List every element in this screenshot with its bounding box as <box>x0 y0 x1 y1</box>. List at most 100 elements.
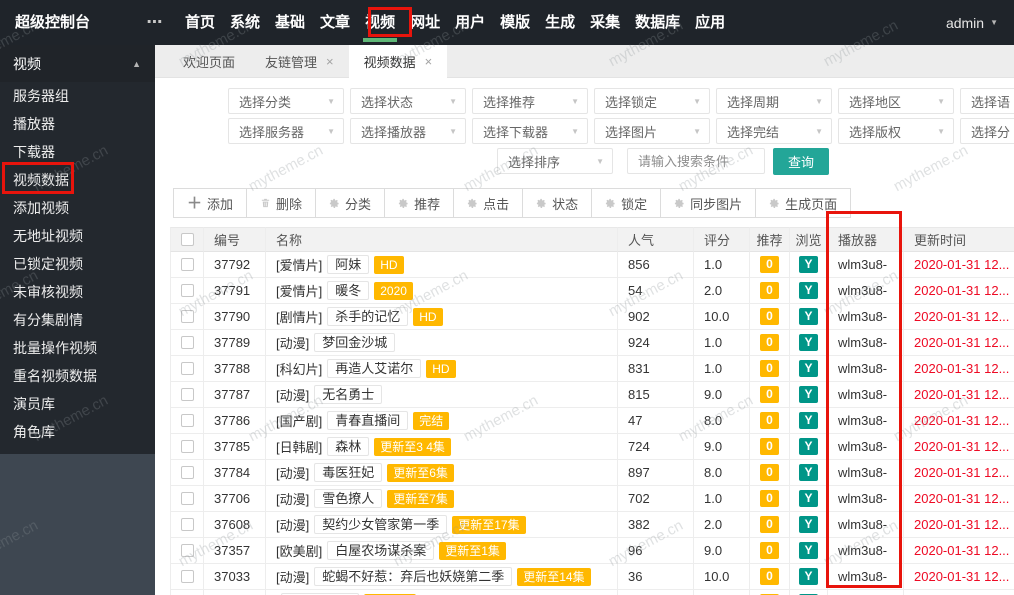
topnav-item-用户[interactable]: 用户 <box>455 0 485 45</box>
video-title[interactable]: 毒医狂妃 <box>314 463 382 482</box>
sidebar-item-服务器组[interactable]: 服务器组 <box>0 82 155 110</box>
column-header-浏览[interactable]: 浏览 <box>790 227 828 252</box>
browse-badge[interactable]: Y <box>799 334 817 351</box>
分类-button[interactable]: 分类 <box>315 188 385 218</box>
browse-badge[interactable]: Y <box>799 386 817 403</box>
video-title[interactable]: 无名勇士 <box>314 385 382 404</box>
topnav-item-应用[interactable]: 应用 <box>695 0 725 45</box>
filter-select-选择地区[interactable]: 选择地区▼ <box>838 88 954 114</box>
row-checkbox[interactable] <box>181 440 194 453</box>
column-header-播放器[interactable]: 播放器 <box>828 227 904 252</box>
column-header-编号[interactable]: 编号 <box>204 227 266 252</box>
row-checkbox[interactable] <box>181 310 194 323</box>
点击-button[interactable]: 点击 <box>453 188 523 218</box>
filter-select-选择服务器[interactable]: 选择服务器▼ <box>228 118 344 144</box>
column-header-更新时间[interactable]: 更新时间 <box>904 227 1014 252</box>
row-checkbox[interactable] <box>181 284 194 297</box>
row-checkbox[interactable] <box>181 518 194 531</box>
filter-select-选择播放器[interactable]: 选择播放器▼ <box>350 118 466 144</box>
search-input[interactable] <box>627 148 765 174</box>
recommend-badge[interactable]: 0 <box>760 282 779 299</box>
推荐-button[interactable]: 推荐 <box>384 188 454 218</box>
recommend-badge[interactable]: 0 <box>760 490 779 507</box>
topnav-item-视频[interactable]: 视频 <box>365 0 395 45</box>
row-checkbox[interactable] <box>181 570 194 583</box>
sidebar-item-演员库[interactable]: 演员库 <box>0 390 155 418</box>
topnav-item-网址[interactable]: 网址 <box>410 0 440 45</box>
row-checkbox[interactable] <box>181 258 194 271</box>
tab-友链管理[interactable]: 友链管理× <box>250 45 349 78</box>
topnav-item-基础[interactable]: 基础 <box>275 0 305 45</box>
close-icon[interactable]: × <box>425 54 433 69</box>
video-title[interactable]: 契约少女管家第一季 <box>314 515 447 534</box>
close-icon[interactable]: × <box>326 54 334 69</box>
sidebar-item-角色库[interactable]: 角色库 <box>0 418 155 446</box>
删除-button[interactable]: 删除 <box>246 188 316 218</box>
filter-select-选择推荐[interactable]: 选择推荐▼ <box>472 88 588 114</box>
sidebar-item-添加视频[interactable]: 添加视频 <box>0 194 155 222</box>
browse-badge[interactable]: Y <box>799 360 817 377</box>
filter-select-选择分[interactable]: 选择分▼ <box>960 118 1014 144</box>
user-menu[interactable]: admin ▼ <box>946 0 1014 45</box>
select-all-checkbox[interactable] <box>181 233 194 246</box>
sort-select[interactable]: 选择排序 ▼ <box>497 148 613 174</box>
recommend-badge[interactable]: 0 <box>760 542 779 559</box>
browse-badge[interactable]: Y <box>799 438 817 455</box>
filter-select-选择图片[interactable]: 选择图片▼ <box>594 118 710 144</box>
filter-select-选择完结[interactable]: 选择完结▼ <box>716 118 832 144</box>
topnav-item-数据库[interactable]: 数据库 <box>635 0 680 45</box>
video-title[interactable]: 白屋农场谋杀案 <box>327 541 434 560</box>
同步图片-button[interactable]: 同步图片 <box>660 188 756 218</box>
browse-badge[interactable]: Y <box>799 308 817 325</box>
browse-badge[interactable]: Y <box>799 412 817 429</box>
video-title[interactable]: 杀手的记忆 <box>327 307 408 326</box>
recommend-badge[interactable]: 0 <box>760 568 779 585</box>
browse-badge[interactable]: Y <box>799 516 817 533</box>
topnav-item-模版[interactable]: 模版 <box>500 0 530 45</box>
sidebar-group-video[interactable]: 视频 ▲ <box>0 45 155 82</box>
sidebar-item-下载器[interactable]: 下载器 <box>0 138 155 166</box>
video-title[interactable]: 梦回金沙城 <box>314 333 395 352</box>
row-checkbox[interactable] <box>181 466 194 479</box>
column-header-人气[interactable]: 人气 <box>618 227 694 252</box>
more-icon[interactable]: ⋯ <box>140 0 170 45</box>
tab-欢迎页面[interactable]: 欢迎页面 <box>168 45 250 78</box>
browse-badge[interactable]: Y <box>799 568 817 585</box>
video-title[interactable]: 暖冬 <box>327 281 369 300</box>
topnav-item-文章[interactable]: 文章 <box>320 0 350 45</box>
filter-select-选择锁定[interactable]: 选择锁定▼ <box>594 88 710 114</box>
sidebar-item-无地址视频[interactable]: 无地址视频 <box>0 222 155 250</box>
row-checkbox[interactable] <box>181 388 194 401</box>
video-title[interactable]: 青春直播间 <box>327 411 408 430</box>
topnav-item-生成[interactable]: 生成 <box>545 0 575 45</box>
recommend-badge[interactable]: 0 <box>760 386 779 403</box>
column-header-评分[interactable]: 评分 <box>694 227 750 252</box>
sidebar-item-视频数据[interactable]: 视频数据 <box>0 166 155 194</box>
sidebar-item-播放器[interactable]: 播放器 <box>0 110 155 138</box>
video-title[interactable]: 森林 <box>327 437 369 456</box>
filter-select-选择状态[interactable]: 选择状态▼ <box>350 88 466 114</box>
sidebar-item-有分集剧情[interactable]: 有分集剧情 <box>0 306 155 334</box>
video-title[interactable]: 阿妹 <box>327 255 369 274</box>
row-checkbox[interactable] <box>181 544 194 557</box>
row-checkbox[interactable] <box>181 336 194 349</box>
column-header-名称[interactable]: 名称 <box>266 227 618 252</box>
添加-button[interactable]: ＋添加 <box>173 188 247 218</box>
recommend-badge[interactable]: 0 <box>760 412 779 429</box>
browse-badge[interactable]: Y <box>799 256 817 273</box>
filter-select-选择分类[interactable]: 选择分类▼ <box>228 88 344 114</box>
row-checkbox[interactable] <box>181 414 194 427</box>
browse-badge[interactable]: Y <box>799 542 817 559</box>
query-button[interactable]: 查询 <box>773 148 829 175</box>
锁定-button[interactable]: 锁定 <box>591 188 661 218</box>
topnav-item-首页[interactable]: 首页 <box>185 0 215 45</box>
recommend-badge[interactable]: 0 <box>760 516 779 533</box>
recommend-badge[interactable]: 0 <box>760 256 779 273</box>
browse-badge[interactable]: Y <box>799 490 817 507</box>
video-title[interactable]: 再造人艾诺尔 <box>327 359 421 378</box>
filter-select-选择语[interactable]: 选择语▼ <box>960 88 1014 114</box>
recommend-badge[interactable]: 0 <box>760 438 779 455</box>
row-checkbox[interactable] <box>181 362 194 375</box>
row-checkbox[interactable] <box>181 492 194 505</box>
sidebar-item-批量操作视频[interactable]: 批量操作视频 <box>0 334 155 362</box>
